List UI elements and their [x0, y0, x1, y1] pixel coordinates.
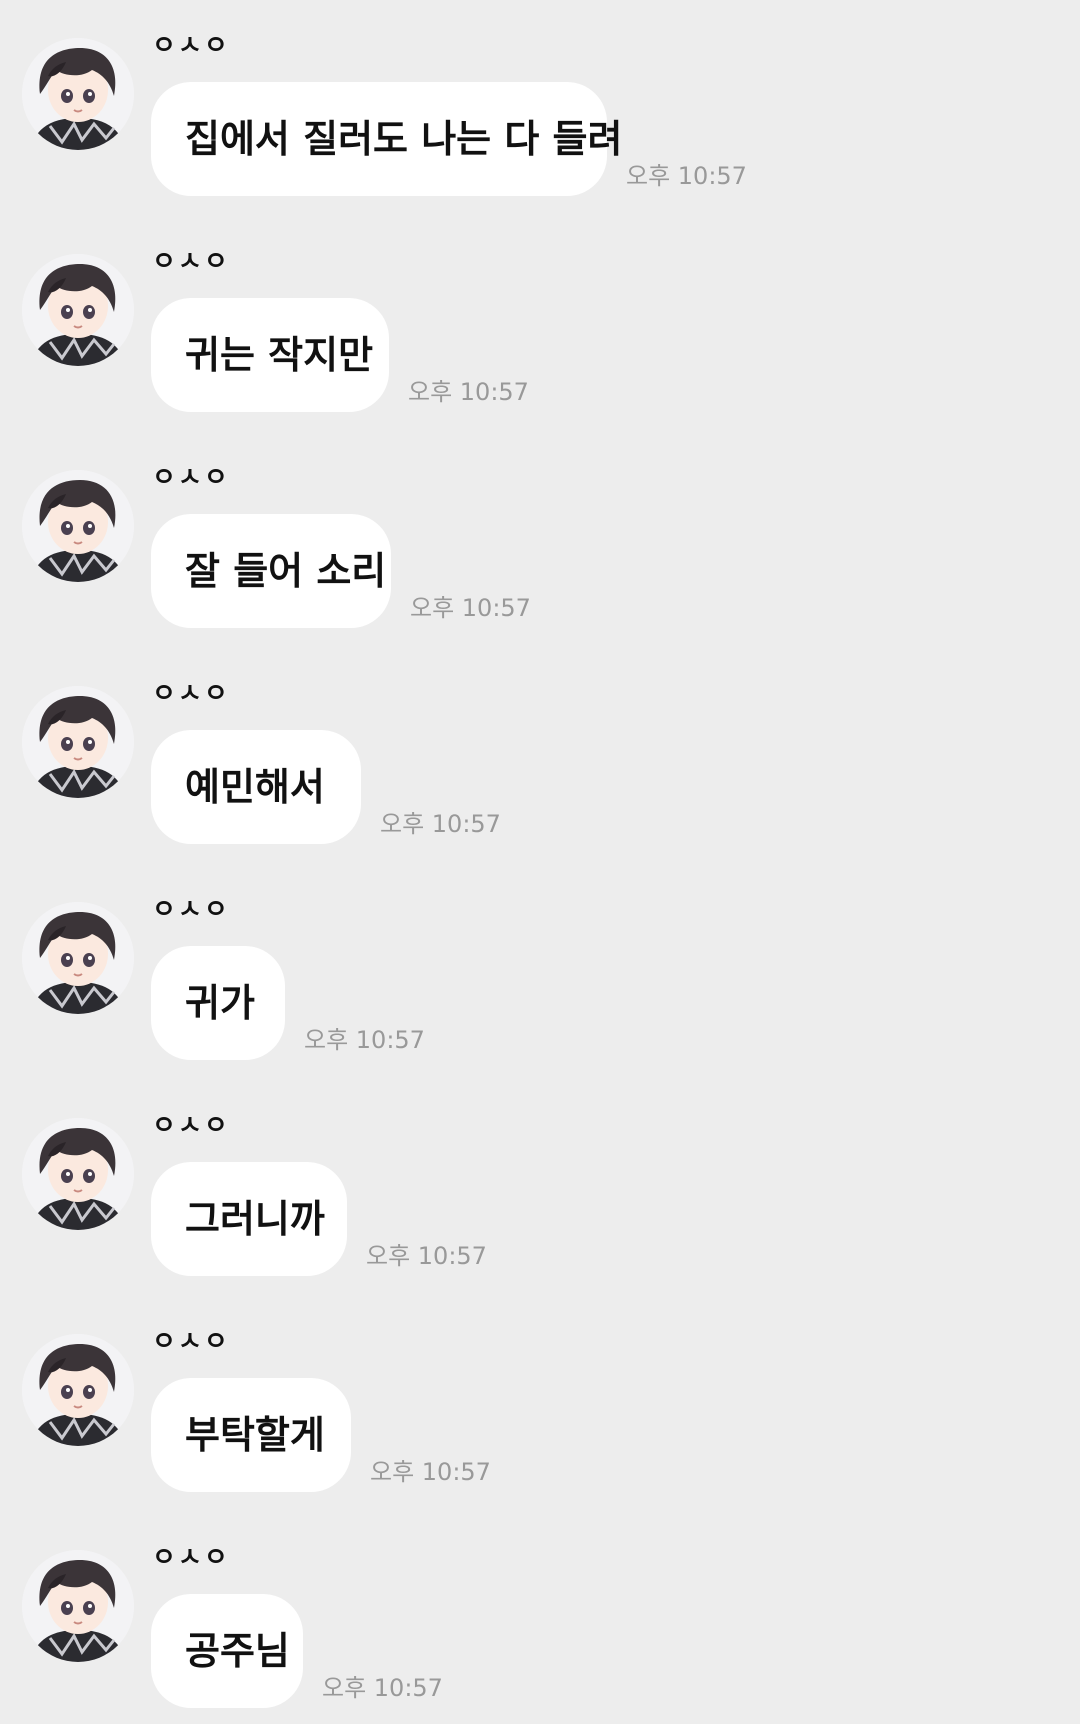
message-timestamp: 오후 10:57: [626, 162, 747, 190]
profile-avatar-icon[interactable]: [22, 686, 134, 798]
message-row: ㅇㅅㅇ 공주님 오후 10:57: [0, 1512, 1080, 1712]
sender-name: ㅇㅅㅇ: [152, 463, 230, 493]
message-bubble[interactable]: 예민해서: [151, 730, 361, 844]
message-bubble[interactable]: 집에서 질러도 나는 다 들려: [151, 82, 622, 196]
message-text: 예민해서: [185, 765, 325, 809]
message-row: ㅇㅅㅇ 귀는 작지만 오후 10:57: [0, 216, 1080, 416]
sender-name: ㅇㅅㅇ: [152, 895, 230, 925]
sender-name: ㅇㅅㅇ: [152, 679, 230, 709]
profile-avatar-icon[interactable]: [22, 38, 134, 150]
profile-avatar-icon[interactable]: [22, 902, 134, 1014]
sender-name: ㅇㅅㅇ: [152, 31, 230, 61]
sender-name: ㅇㅅㅇ: [152, 1111, 230, 1141]
profile-avatar-icon[interactable]: [22, 254, 134, 366]
message-timestamp: 오후 10:57: [304, 1026, 425, 1054]
message-bubble[interactable]: 공주님: [151, 1594, 303, 1708]
message-bubble[interactable]: 그러니까: [151, 1162, 347, 1276]
message-bubble[interactable]: 귀가: [151, 946, 285, 1060]
message-row: ㅇㅅㅇ 잘 들어 소리 오후 10:57: [0, 432, 1080, 632]
message-bubble[interactable]: 잘 들어 소리: [151, 514, 391, 628]
message-row: ㅇㅅㅇ 집에서 질러도 나는 다 들려 오후 10:57: [0, 0, 1080, 200]
message-text: 귀가: [185, 981, 255, 1025]
message-text: 잘 들어 소리: [185, 549, 387, 593]
profile-avatar-icon[interactable]: [22, 1550, 134, 1662]
message-text: 귀는 작지만: [185, 333, 374, 377]
sender-name: ㅇㅅㅇ: [152, 247, 230, 277]
message-text: 공주님: [185, 1629, 290, 1673]
message-timestamp: 오후 10:57: [410, 594, 531, 622]
sender-name: ㅇㅅㅇ: [152, 1327, 230, 1357]
message-timestamp: 오후 10:57: [322, 1674, 443, 1702]
message-row: ㅇㅅㅇ 그러니까 오후 10:57: [0, 1080, 1080, 1280]
message-row: ㅇㅅㅇ 예민해서 오후 10:57: [0, 648, 1080, 848]
message-bubble[interactable]: 부탁할게: [151, 1378, 351, 1492]
message-text: 부탁할게: [185, 1413, 325, 1457]
profile-avatar-icon[interactable]: [22, 1334, 134, 1446]
message-timestamp: 오후 10:57: [370, 1458, 491, 1486]
profile-avatar-icon[interactable]: [22, 470, 134, 582]
chat-messages: ㅇㅅㅇ 집에서 질러도 나는 다 들려 오후 10:57 ㅇㅅㅇ 귀는 작지만 …: [0, 0, 1080, 1724]
message-bubble[interactable]: 귀는 작지만: [151, 298, 389, 412]
message-row: ㅇㅅㅇ 부탁할게 오후 10:57: [0, 1296, 1080, 1496]
message-text: 집에서 질러도 나는 다 들려: [185, 117, 623, 161]
profile-avatar-icon[interactable]: [22, 1118, 134, 1230]
message-row: ㅇㅅㅇ 귀가 오후 10:57: [0, 864, 1080, 1064]
message-timestamp: 오후 10:57: [366, 1242, 487, 1270]
sender-name: ㅇㅅㅇ: [152, 1543, 230, 1573]
message-timestamp: 오후 10:57: [408, 378, 529, 406]
message-timestamp: 오후 10:57: [380, 810, 501, 838]
message-text: 그러니까: [185, 1197, 325, 1241]
